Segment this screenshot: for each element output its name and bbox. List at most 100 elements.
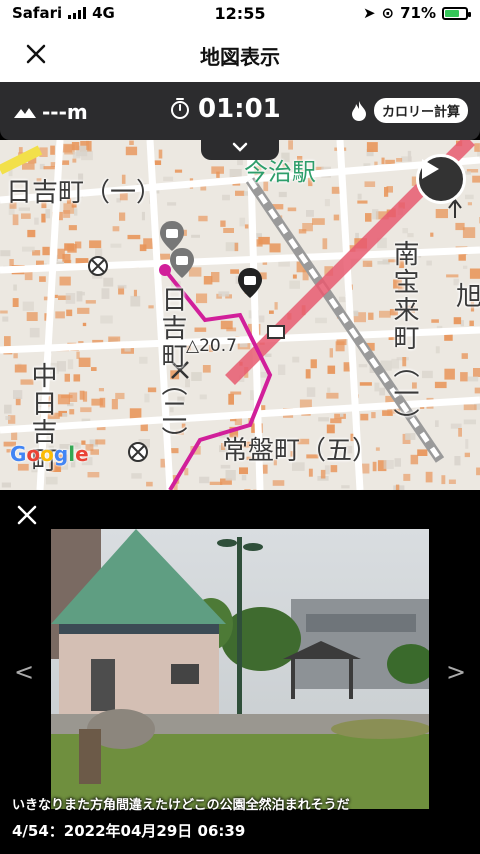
building-block: [202, 365, 211, 373]
building-block: [203, 276, 213, 285]
building-block: [220, 220, 226, 227]
building-block: [474, 387, 480, 394]
next-photo-button[interactable]: >: [446, 658, 466, 686]
building-block: [326, 392, 339, 399]
route-start-marker[interactable]: [159, 264, 171, 276]
building-block: [226, 327, 237, 332]
building-block: [407, 233, 414, 238]
building-block: [103, 277, 114, 287]
building-block: [472, 175, 480, 183]
building-block: [101, 288, 110, 299]
map-view[interactable]: 日吉町（一） 今治駅 南宝来町（一） 旭 日吉町（二） △20.7 中日吉町 常…: [0, 140, 480, 490]
building-block: [0, 250, 11, 257]
building-block: [225, 470, 236, 481]
building-block: [450, 423, 462, 429]
stopwatch-icon: [171, 98, 189, 119]
building-block: [320, 469, 326, 479]
building-block: [385, 159, 395, 165]
photo-caption: いきなりまた方角間違えたけどこの公園全然泊まれそうだ: [12, 798, 350, 813]
building-block: [289, 280, 300, 289]
calorie-calc-button[interactable]: カロリー計算: [373, 98, 468, 123]
building-block: [444, 368, 455, 380]
building-block: [148, 305, 154, 309]
building-block: [359, 382, 372, 386]
play-icon: [422, 159, 439, 179]
building-block: [318, 417, 329, 422]
building-block: [368, 312, 374, 320]
building-block: [463, 265, 468, 269]
map-label-hiyoshi-1: 日吉町（一）: [6, 178, 163, 208]
building-block: [244, 224, 249, 229]
building-block: [302, 223, 313, 232]
building-block: [73, 374, 81, 382]
building-block: [100, 315, 113, 324]
building-block: [374, 382, 380, 392]
building-block: [269, 310, 274, 314]
building-block: [129, 140, 134, 145]
flame-icon: [351, 100, 366, 121]
building-block: [230, 269, 239, 274]
building-block: [211, 166, 224, 174]
building-block: [41, 213, 46, 223]
building-block: [54, 294, 58, 298]
building-block: [62, 413, 68, 417]
photo-image: [51, 529, 429, 809]
building-block: [4, 336, 11, 347]
building-block: [111, 399, 118, 410]
building-block: [383, 460, 394, 469]
building-block: [22, 246, 35, 252]
map-elevation-label: △20.7: [186, 336, 237, 356]
building-block: [71, 142, 80, 151]
building-block: [42, 246, 50, 256]
building-block: [199, 394, 207, 400]
building-block: [146, 481, 153, 487]
building-block: [130, 295, 141, 307]
building-block: [463, 404, 477, 411]
building-block: [4, 404, 12, 414]
building-block: [467, 202, 472, 206]
play-route-button[interactable]: [416, 154, 466, 204]
building-block: [80, 407, 92, 413]
google-logo: Google: [10, 442, 89, 466]
prev-photo-button[interactable]: <: [14, 658, 34, 686]
building-block: [278, 191, 287, 198]
google-attribution: Google: [10, 442, 89, 466]
building-block: [76, 291, 83, 302]
building-block: [13, 390, 23, 399]
building-block: [68, 225, 77, 231]
building-block: [119, 212, 126, 221]
building-block: [34, 217, 39, 225]
building-block: [324, 199, 330, 207]
orientation-lock-icon: ⊙: [381, 4, 395, 22]
building-block: [340, 413, 344, 417]
building-block: [278, 364, 286, 375]
building-block: [453, 317, 462, 325]
building-block: [308, 468, 313, 477]
building-block: [235, 190, 245, 196]
close-photo-icon[interactable]: [14, 502, 40, 528]
collapse-panel-tab[interactable]: [201, 136, 279, 160]
building-block: [467, 376, 479, 382]
building-block: [22, 301, 34, 311]
building-block: [125, 146, 138, 156]
building-block: [425, 471, 433, 483]
status-bar: Safari 4G 12:55 ➤ ⊙ 71%: [0, 0, 480, 28]
building-block: [435, 209, 448, 219]
building-block: [274, 302, 278, 310]
building-block: [5, 416, 11, 420]
building-block: [99, 397, 106, 408]
building-block: [64, 243, 75, 251]
building-block: [223, 228, 234, 233]
building-block: [422, 370, 433, 379]
status-right: ➤ ⊙ 71%: [363, 4, 471, 22]
park-photo: [51, 529, 429, 809]
building-block: [352, 310, 359, 317]
building-block: [139, 356, 148, 364]
building-block: [222, 194, 230, 201]
building-block: [144, 393, 150, 403]
building-block: [64, 259, 72, 264]
building-block: [396, 158, 403, 162]
building-block: [98, 388, 104, 392]
building-block: [417, 449, 428, 456]
building-block: [315, 317, 327, 324]
